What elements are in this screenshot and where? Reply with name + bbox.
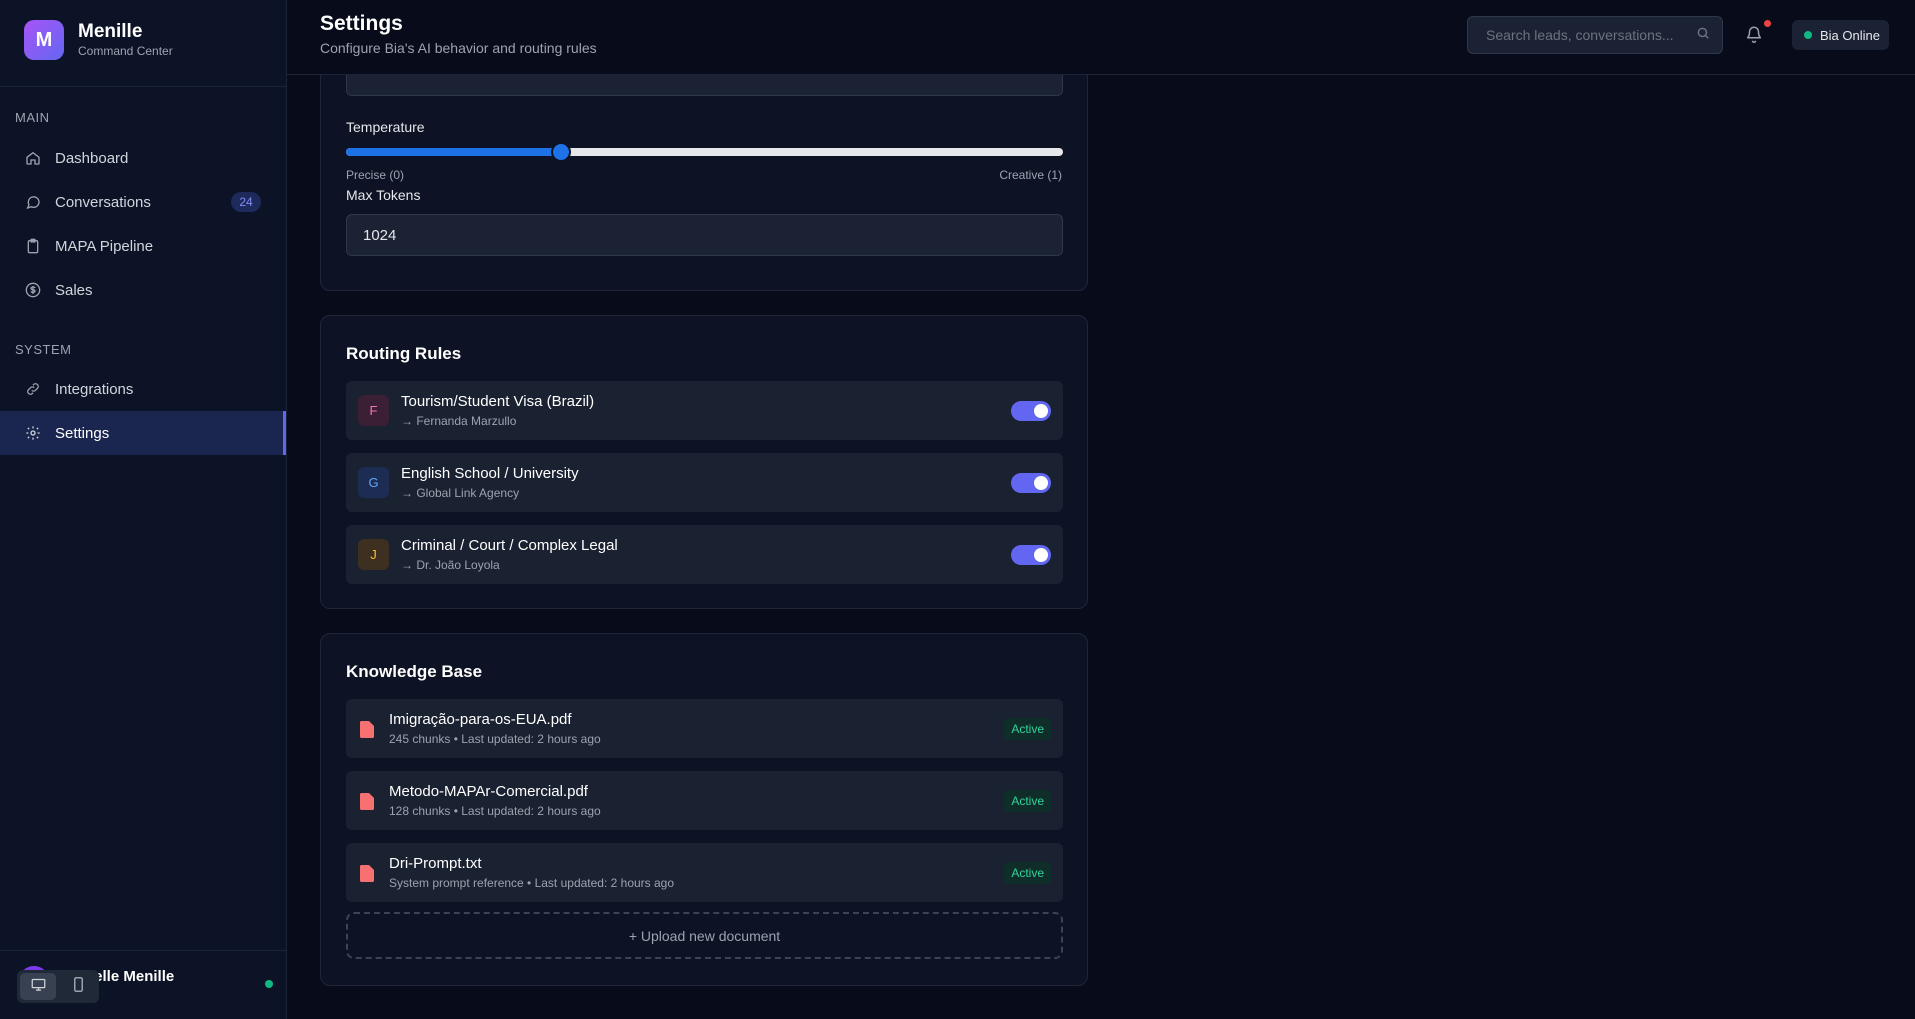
bell-icon[interactable] bbox=[1745, 24, 1767, 46]
mobile-view-button[interactable] bbox=[60, 973, 96, 1000]
max-tokens-input[interactable]: 1024 bbox=[346, 214, 1063, 256]
rule-target: → Fernanda Marzullo bbox=[401, 414, 517, 428]
sidebar-item-dashboard[interactable]: Dashboard bbox=[0, 136, 286, 180]
routing-rule: F Tourism/Student Visa (Brazil) → Fernan… bbox=[346, 381, 1063, 440]
routing-rules-title: Routing Rules bbox=[346, 344, 462, 363]
desktop-view-button[interactable] bbox=[20, 973, 56, 1000]
max-tokens-label: Max Tokens bbox=[346, 187, 421, 203]
file-icon bbox=[360, 793, 374, 810]
rule-name: Tourism/Student Visa (Brazil) bbox=[401, 393, 595, 410]
rule-name: Criminal / Court / Complex Legal bbox=[401, 537, 618, 554]
desktop-icon bbox=[31, 978, 46, 996]
toggle-knob bbox=[1034, 548, 1048, 562]
temperature-slider-handle[interactable] bbox=[553, 144, 570, 160]
clipboard-icon bbox=[24, 237, 42, 255]
dollar-icon bbox=[24, 281, 42, 299]
ai-settings-card: Temperature Precise (0) Creative (1) Max… bbox=[320, 75, 1088, 291]
online-status-dot bbox=[265, 980, 273, 988]
sidebar-item-label: Conversations bbox=[55, 193, 151, 211]
document-name: Dri-Prompt.txt bbox=[389, 855, 482, 872]
link-icon bbox=[24, 380, 42, 398]
conversations-count-badge: 24 bbox=[231, 192, 261, 212]
sidebar-item-mapa-pipeline[interactable]: MAPA Pipeline bbox=[0, 224, 286, 268]
document-meta: System prompt reference • Last updated: … bbox=[389, 876, 675, 890]
main-content: Temperature Precise (0) Creative (1) Max… bbox=[287, 75, 1915, 1019]
device-preview-toggle bbox=[17, 970, 99, 1003]
file-icon bbox=[360, 721, 374, 738]
status-badge: Active bbox=[1004, 862, 1051, 884]
sidebar-item-label: Dashboard bbox=[55, 149, 129, 167]
rule-toggle[interactable] bbox=[1011, 473, 1051, 493]
toggle-knob bbox=[1034, 476, 1048, 490]
search-box bbox=[1467, 16, 1723, 54]
user-name: Ielle Menille bbox=[90, 968, 175, 985]
page-title: Settings bbox=[320, 12, 403, 35]
temperature-max-label: Creative (1) bbox=[999, 168, 1062, 182]
sidebar-item-label: Integrations bbox=[55, 380, 134, 398]
status-badge: Active bbox=[1004, 718, 1051, 740]
document-name: Imigração-para-os-EUA.pdf bbox=[389, 711, 572, 728]
notification-dot bbox=[1764, 20, 1771, 27]
knowledge-base-title: Knowledge Base bbox=[346, 662, 483, 681]
rule-target: → Dr. João Loyola bbox=[401, 558, 500, 572]
sidebar-item-label: Settings bbox=[55, 424, 110, 442]
toggle-knob bbox=[1034, 404, 1048, 418]
search-input[interactable] bbox=[1484, 26, 1696, 44]
status-label: Bia Online bbox=[1820, 27, 1880, 43]
top-header: Settings Configure Bia's AI behavior and… bbox=[287, 0, 1915, 75]
brand-logo: M bbox=[24, 20, 64, 60]
routing-rule: J Criminal / Court / Complex Legal → Dr.… bbox=[346, 525, 1063, 584]
search-icon[interactable] bbox=[1696, 26, 1710, 45]
sidebar-item-settings[interactable]: Settings bbox=[0, 411, 286, 455]
status-badge[interactable]: Bia Online bbox=[1792, 20, 1889, 50]
gear-icon bbox=[24, 424, 42, 442]
temperature-slider-fill bbox=[346, 148, 562, 156]
rule-target: → Global Link Agency bbox=[401, 486, 520, 500]
file-icon bbox=[360, 865, 374, 882]
routing-rule: G English School / University → Global L… bbox=[346, 453, 1063, 512]
status-badge: Active bbox=[1004, 790, 1051, 812]
sidebar-item-label: MAPA Pipeline bbox=[55, 237, 154, 255]
brand-subtitle: Command Center bbox=[78, 44, 173, 58]
page-subtitle: Configure Bia's AI behavior and routing … bbox=[320, 40, 597, 56]
sidebar-divider bbox=[0, 86, 286, 87]
temperature-label: Temperature bbox=[346, 119, 425, 135]
document-item[interactable]: Dri-Prompt.txt System prompt reference •… bbox=[346, 843, 1063, 902]
rule-toggle[interactable] bbox=[1011, 401, 1051, 421]
brand[interactable]: M Menille Command Center bbox=[24, 20, 173, 60]
knowledge-base-card: Knowledge Base Imigração-para-os-EUA.pdf… bbox=[320, 633, 1088, 986]
document-item[interactable]: Metodo-MAPAr-Comercial.pdf 128 chunks • … bbox=[346, 771, 1063, 830]
temperature-min-label: Precise (0) bbox=[346, 168, 405, 182]
rule-avatar: G bbox=[358, 467, 389, 498]
routing-rules-card: Routing Rules F Tourism/Student Visa (Br… bbox=[320, 315, 1088, 609]
rule-toggle[interactable] bbox=[1011, 545, 1051, 565]
online-dot bbox=[1804, 31, 1812, 39]
upload-document-button[interactable]: + Upload new document bbox=[346, 912, 1063, 959]
rule-avatar: J bbox=[358, 539, 389, 570]
document-item[interactable]: Imigração-para-os-EUA.pdf 245 chunks • L… bbox=[346, 699, 1063, 758]
sidebar: M Menille Command Center MAIN Dashboard … bbox=[0, 0, 287, 1019]
document-name: Metodo-MAPAr-Comercial.pdf bbox=[389, 783, 588, 800]
sidebar-footer-divider bbox=[0, 950, 286, 951]
sidebar-item-sales[interactable]: Sales bbox=[0, 268, 286, 312]
sidebar-item-label: Sales bbox=[55, 281, 93, 299]
section-title-system: SYSTEM bbox=[15, 342, 72, 357]
home-icon bbox=[24, 149, 42, 167]
model-select[interactable] bbox=[346, 75, 1063, 96]
chat-icon bbox=[24, 193, 42, 211]
document-meta: 245 chunks • Last updated: 2 hours ago bbox=[389, 732, 601, 746]
rule-avatar: F bbox=[358, 395, 389, 426]
mobile-icon bbox=[73, 976, 84, 997]
temperature-slider[interactable] bbox=[346, 144, 1063, 160]
rule-name: English School / University bbox=[401, 465, 579, 482]
sidebar-item-integrations[interactable]: Integrations bbox=[0, 367, 286, 411]
section-title-main: MAIN bbox=[15, 110, 50, 125]
brand-name: Menille bbox=[78, 21, 143, 42]
sidebar-item-conversations[interactable]: Conversations 24 bbox=[0, 180, 286, 224]
document-meta: 128 chunks • Last updated: 2 hours ago bbox=[389, 804, 601, 818]
